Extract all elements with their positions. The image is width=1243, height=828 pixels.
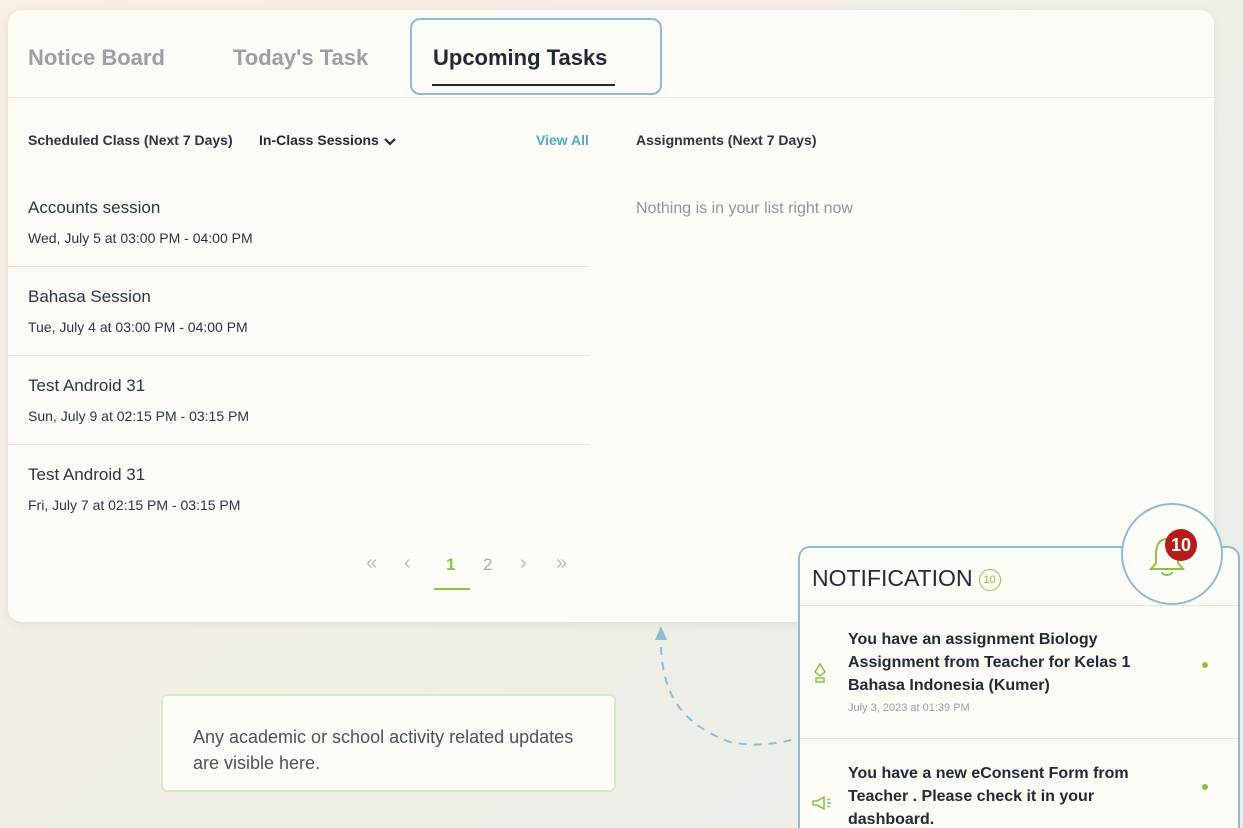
class-name: Test Android 31 xyxy=(28,376,146,395)
notification-divider xyxy=(800,738,1238,739)
first-page-button[interactable]: « xyxy=(366,552,377,575)
page-2-button[interactable]: 2 xyxy=(483,555,492,575)
pagination: « ‹ 1 2 › » xyxy=(366,552,586,592)
notification-text: You have a new eConsent Form from Teache… xyxy=(848,762,1178,828)
scheduled-class-list: Accounts session Wed, July 5 at 03:00 PM… xyxy=(8,178,590,534)
notification-message: You have an assignment Biology Assignmen… xyxy=(848,631,1131,694)
notification-count: 10 xyxy=(978,569,1001,591)
view-all-link[interactable]: View All xyxy=(536,132,589,148)
class-item[interactable]: Test Android 31 Sun, July 9 at 02:15 PM … xyxy=(8,356,590,445)
class-time: Tue, July 4 at 03:00 PM - 04:00 PM xyxy=(28,319,248,335)
notification-date: July 3, 2023 at 01:39 PM xyxy=(848,702,970,714)
tab-todays-task[interactable]: Today's Task xyxy=(233,45,368,71)
class-item[interactable]: Test Android 31 Fri, July 7 at 02:15 PM … xyxy=(8,445,590,534)
session-type-label: In-Class Sessions xyxy=(259,132,379,148)
pen-nib-icon xyxy=(813,662,827,683)
dashed-arrow xyxy=(655,626,799,746)
page-1-button[interactable]: 1 xyxy=(446,555,455,575)
chevron-down-icon xyxy=(384,138,396,146)
notification-title: NOTIFICATION 10 xyxy=(812,565,1001,592)
class-time: Fri, July 7 at 02:15 PM - 03:15 PM xyxy=(28,497,241,513)
notification-badge: 10 xyxy=(1165,529,1197,561)
tab-highlight-frame xyxy=(410,18,662,95)
hint-callout: Any academic or school activity related … xyxy=(161,694,616,792)
notification-text: You have an assignment Biology Assignmen… xyxy=(848,628,1178,715)
notification-item[interactable]: You have an assignment Biology Assignmen… xyxy=(800,628,1238,728)
assignments-empty-text: Nothing is in your list right now xyxy=(636,200,853,217)
class-item[interactable]: Bahasa Session Tue, July 4 at 03:00 PM -… xyxy=(8,267,590,356)
class-time: Sun, July 9 at 02:15 PM - 03:15 PM xyxy=(28,408,250,424)
tab-notice-board[interactable]: Notice Board xyxy=(28,45,165,71)
class-name: Test Android 31 xyxy=(28,465,146,484)
unread-dot xyxy=(1202,784,1208,790)
notification-divider xyxy=(800,605,1238,606)
notification-message: You have a new eConsent Form from Teache… xyxy=(848,765,1129,828)
last-page-button[interactable]: » xyxy=(556,552,567,575)
megaphone-icon xyxy=(812,795,831,811)
class-time: Wed, July 5 at 03:00 PM - 04:00 PM xyxy=(28,230,253,246)
tab-bar: Notice Board Today's Task Upcoming Tasks xyxy=(8,10,1214,98)
class-name: Bahasa Session xyxy=(28,287,151,306)
unread-dot xyxy=(1202,662,1208,668)
current-page-underline xyxy=(434,588,470,590)
notification-title-text: NOTIFICATION xyxy=(812,565,973,591)
scheduled-class-title: Scheduled Class (Next 7 Days) xyxy=(28,132,233,148)
session-type-dropdown[interactable]: In-Class Sessions xyxy=(259,132,397,148)
class-item[interactable]: Accounts session Wed, July 5 at 03:00 PM… xyxy=(8,178,590,267)
class-name: Accounts session xyxy=(28,198,161,217)
next-page-button[interactable]: › xyxy=(520,552,527,575)
tasks-card: Notice Board Today's Task Upcoming Tasks… xyxy=(8,10,1214,622)
notification-item[interactable]: You have a new eConsent Form from Teache… xyxy=(800,762,1238,828)
hint-text: Any academic or school activity related … xyxy=(193,727,574,773)
assignments-title: Assignments (Next 7 Days) xyxy=(636,132,817,148)
prev-page-button[interactable]: ‹ xyxy=(404,552,411,575)
